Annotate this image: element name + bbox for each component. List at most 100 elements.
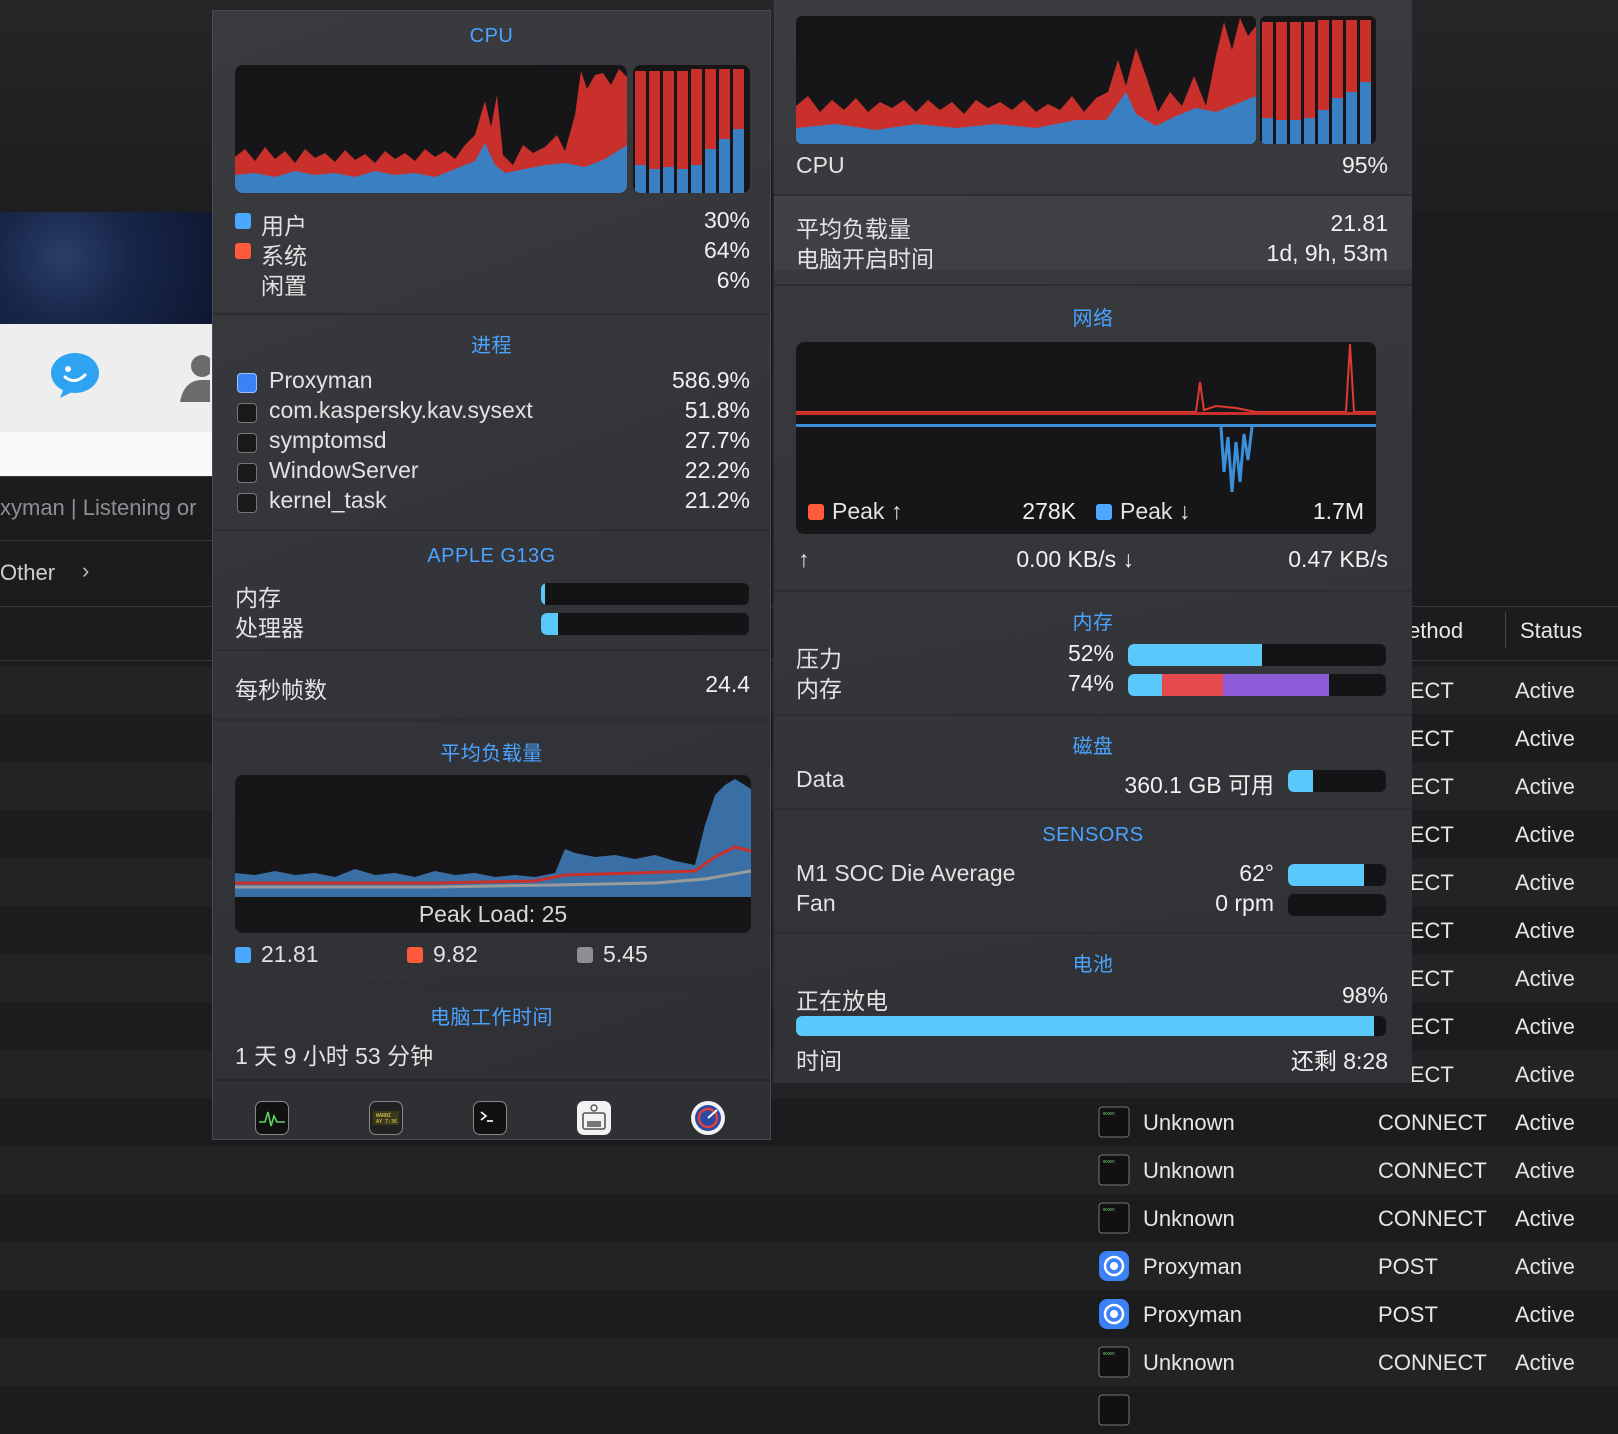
status-cell: Active	[1515, 1110, 1575, 1135]
filter-label[interactable]: Other	[0, 560, 55, 586]
client-cell: Unknown	[1143, 1206, 1235, 1231]
cpu-history-graph	[796, 16, 1256, 144]
process-name[interactable]: com.kaspersky.kav.sysext	[269, 397, 533, 424]
process-cpu-value: 22.2%	[684, 457, 750, 483]
method-cell: CONNECT	[1378, 1110, 1487, 1135]
load-1min-value: 21.81	[261, 941, 319, 967]
cpu-idle-label: 闲置	[261, 273, 307, 299]
exec-icon: exec	[1098, 1346, 1130, 1378]
cpu-total-value: 95%	[1341, 152, 1388, 178]
memory-pressure-label: 压力	[796, 646, 842, 672]
battery-percent-value: 98%	[1341, 982, 1388, 1008]
divider	[774, 590, 1412, 592]
client-cell: Proxyman	[1143, 1254, 1243, 1279]
status-cell: Active	[1515, 1062, 1575, 1087]
background-wallpaper	[0, 212, 212, 324]
system-info-icon[interactable]	[577, 1101, 611, 1135]
process-name[interactable]: WindowServer	[269, 457, 419, 484]
soc-temp-value: 62°	[1239, 860, 1274, 886]
cpu-system-label: 系统	[261, 243, 307, 269]
process-name[interactable]: kernel_task	[269, 487, 387, 514]
disk-name: Data	[796, 766, 845, 792]
background-toolbar-bottom	[0, 432, 212, 476]
table-row[interactable]	[0, 1386, 1618, 1434]
background-area	[1411, 476, 1618, 606]
gpu-memory-label: 内存	[235, 585, 281, 611]
fan-speed-bar	[1288, 894, 1386, 916]
client-cell: Unknown	[1143, 1110, 1235, 1135]
table-row[interactable]: exec Unknown CONNECT Active	[0, 1194, 1618, 1242]
uptime-label: 电脑开启时间	[796, 246, 934, 272]
cpu-user-value: 30%	[703, 207, 750, 233]
disk-free-value: 360.1 GB 可用	[1124, 772, 1274, 798]
network-graph: Peak ↑ 278K Peak ↓ 1.7M	[796, 342, 1376, 534]
column-header-method[interactable]: ethod	[1408, 618, 1463, 644]
memory-wired-segment	[1161, 674, 1224, 696]
soc-temp-label: M1 SOC Die Average	[796, 860, 1016, 886]
load-5min-value: 9.82	[433, 941, 478, 967]
status-cell: Active	[1515, 678, 1575, 703]
fan-label: Fan	[796, 890, 836, 916]
gpu-section-title: APPLE G13G	[427, 545, 556, 567]
battery-level-bar-fill	[796, 1016, 1375, 1036]
sensors-section-title: SENSORS	[1042, 824, 1144, 846]
upload-arrow-icon: ↑	[798, 546, 810, 572]
method-cell: POST	[1378, 1254, 1438, 1279]
peak-download-label: Peak ↓	[1120, 498, 1191, 524]
gpu-processor-label: 处理器	[235, 615, 304, 641]
istat-cpu-dropdown: CPU 用户 30% 系统 64% 闲置 6% 进程 Proxyman 586.…	[212, 10, 771, 1140]
table-row[interactable]: exec Unknown CONNECT Active	[0, 1146, 1618, 1194]
soc-temp-bar	[1288, 864, 1386, 886]
peak-upload-swatch	[808, 504, 824, 520]
exec-icon	[237, 493, 257, 513]
disk-usage-bar	[1288, 770, 1386, 792]
cpu-idle-value: 6%	[716, 267, 750, 293]
status-cell: Active	[1515, 1014, 1575, 1039]
person-icon[interactable]	[180, 352, 210, 402]
table-row[interactable]: exec Unknown CONNECT Active	[0, 1338, 1618, 1386]
gpu-processor-bar-fill	[541, 613, 558, 635]
load-label: 平均负载量	[796, 216, 911, 242]
table-row[interactable]: Proxyman POST Active	[0, 1242, 1618, 1290]
divider	[0, 476, 212, 477]
cpu-core-bars	[1260, 16, 1376, 144]
peak-load-label: Peak Load: 25	[418, 901, 568, 927]
cpu-label: CPU	[796, 152, 845, 178]
console-icon[interactable]: WARNI AY 7:36	[369, 1101, 403, 1135]
cpu-system-value: 64%	[703, 237, 750, 263]
cpu-history-graph	[235, 65, 627, 193]
cpu-user-label: 用户	[261, 213, 307, 239]
cpu-core-bars	[633, 65, 750, 193]
divider	[774, 808, 1412, 810]
svg-text:exec: exec	[1103, 1351, 1115, 1357]
soc-temp-bar-fill	[1288, 864, 1365, 886]
fan-value: 0 rpm	[1215, 890, 1274, 916]
activity-monitor-icon[interactable]	[255, 1101, 289, 1135]
exec-icon: exec	[1098, 1202, 1130, 1234]
fps-label: 每秒帧数	[235, 677, 327, 703]
istat-combined-dropdown: CPU 95% 平均负载量 21.81 电脑开启时间 1d, 9h, 53m 网…	[773, 0, 1412, 1083]
memory-section-title: 内存	[1072, 612, 1114, 634]
column-header-status[interactable]: Status	[1520, 618, 1582, 644]
exec-icon	[1098, 1394, 1130, 1426]
column-divider[interactable]	[1505, 612, 1506, 648]
battery-time-label: 时间	[796, 1048, 842, 1074]
exec-icon: exec	[1098, 1106, 1130, 1138]
gpu-processor-bar	[541, 613, 749, 635]
terminal-icon[interactable]	[473, 1101, 507, 1135]
memory-pressure-bar	[1128, 644, 1386, 666]
chevron-right-icon[interactable]: ›	[82, 558, 89, 584]
disk-utility-icon[interactable]	[691, 1101, 725, 1135]
process-name[interactable]: symptomsd	[269, 427, 387, 454]
status-cell: Active	[1515, 774, 1575, 799]
listening-status: xyman | Listening or	[0, 495, 197, 520]
process-name[interactable]: Proxyman	[269, 367, 373, 394]
download-rate: 0.47 KB/s	[1288, 546, 1388, 572]
legend-user-swatch	[235, 213, 251, 229]
proxyman-icon	[1099, 1299, 1129, 1329]
process-cpu-value: 586.9%	[671, 367, 750, 393]
chat-bubble-icon[interactable]	[50, 352, 100, 398]
table-row[interactable]: Proxyman POST Active	[0, 1290, 1618, 1338]
memory-app-segment	[1128, 674, 1162, 696]
peak-download-value: 1.7M	[1312, 498, 1364, 524]
